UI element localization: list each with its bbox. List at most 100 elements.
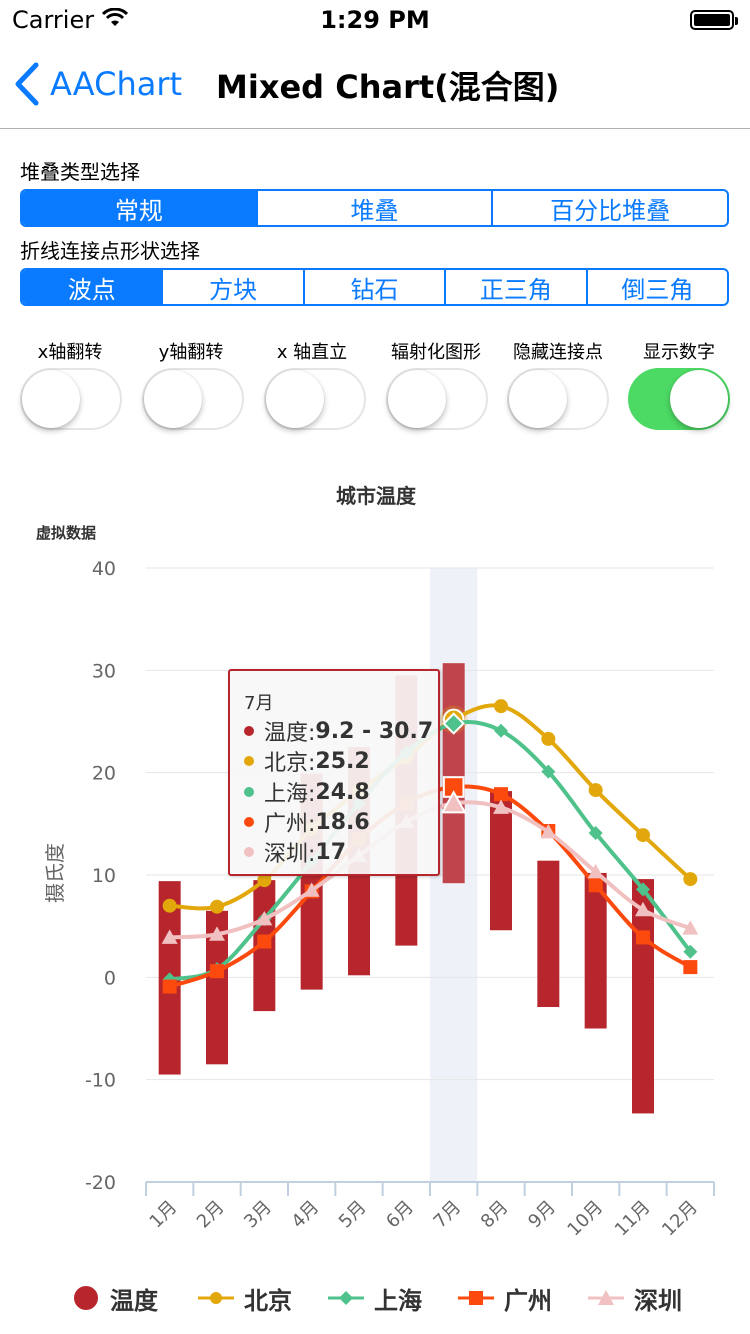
- tooltip-value: 24.8: [315, 779, 370, 805]
- toggle-knob: [509, 370, 567, 428]
- legend-item-深圳[interactable]: 深圳: [588, 1278, 682, 1318]
- tooltip-dot: [244, 847, 254, 857]
- tooltip-dot: [244, 787, 254, 797]
- legend-item-北京[interactable]: 北京: [198, 1278, 292, 1318]
- x-inverted-toggle[interactable]: [264, 368, 366, 430]
- circle-icon: [74, 1286, 98, 1310]
- page-title: Mixed Chart(混合图): [216, 68, 560, 106]
- tooltip-value: 17: [315, 839, 347, 865]
- legend-label: 温度: [110, 1286, 158, 1315]
- clock: 1:29 PM: [320, 6, 430, 34]
- tooltip-row: 上海: 24.8: [244, 778, 370, 807]
- switch-label-y-reversed: y轴翻转: [158, 342, 224, 363]
- marker-shape-option[interactable]: 波点: [22, 270, 162, 304]
- tooltip-row: 温度: 9.2 - 30.7: [244, 717, 434, 746]
- plot-area: 403020100-10-201月 2月 3月 4月 5月 6月 7月 8月 9月 10月 11月 1…: [85, 558, 715, 1241]
- switch-label-show-data-labels: 显示数字: [643, 342, 715, 363]
- marker-shape-option[interactable]: 方块: [161, 270, 302, 304]
- marker-shape-option[interactable]: 倒三角: [585, 270, 727, 304]
- hide-markers-toggle[interactable]: [507, 368, 609, 430]
- data-point: [636, 930, 650, 945]
- y-axis-label: 摄氏度: [43, 843, 67, 903]
- y-tick-label: -10: [85, 1070, 116, 1092]
- data-point: [494, 787, 508, 802]
- tooltip-row: 北京: 25.2: [244, 747, 370, 776]
- x-tick-label: 4月: [288, 1197, 324, 1233]
- stacking-option[interactable]: 堆叠: [255, 191, 492, 225]
- chevron-left-icon: [15, 62, 39, 106]
- switch-label-x-inverted: x 轴直立: [276, 342, 348, 363]
- stacking-label: 堆叠类型选择: [20, 160, 140, 184]
- data-point: [683, 960, 698, 975]
- data-point: [494, 699, 508, 714]
- data-point: [162, 898, 177, 913]
- marker-shape-option[interactable]: 正三角: [444, 270, 585, 304]
- legend-label: 北京: [244, 1286, 292, 1315]
- navigation-bar: AAChart Mixed Chart(混合图): [0, 40, 750, 129]
- tooltip-dot: [244, 756, 254, 766]
- tooltip-dot: [244, 817, 254, 827]
- toggle-knob: [22, 370, 80, 428]
- x-tick-label: 12月: [658, 1197, 702, 1241]
- stacking-segmented-control: 常规 堆叠 百分比堆叠: [20, 189, 729, 227]
- polar-toggle[interactable]: [386, 368, 488, 430]
- tooltip-dot: [244, 726, 254, 736]
- y-reversed-toggle[interactable]: [142, 368, 244, 430]
- data-point: [683, 872, 698, 887]
- show-data-labels-toggle[interactable]: [628, 368, 730, 430]
- data-point: [210, 964, 224, 979]
- battery-icon: [690, 10, 738, 30]
- status-bar: Carrier 1:29 PM: [0, 0, 750, 40]
- x-tick-label: 10月: [563, 1197, 607, 1241]
- tooltip-value: 9.2 - 30.7: [315, 718, 434, 744]
- tooltip-value: 25.2: [315, 748, 370, 774]
- y-tick-label: 40: [92, 558, 116, 580]
- chart-subtitle: 虚拟数据: [36, 524, 96, 542]
- switch-label-polar: 辐射化图形: [391, 342, 481, 363]
- back-button[interactable]: AAChart: [14, 60, 182, 108]
- x-tick-label: 8月: [477, 1197, 513, 1233]
- tooltip-label: 温度:: [264, 721, 316, 746]
- x-tick-label: 9月: [524, 1197, 560, 1233]
- back-label: AAChart: [50, 65, 183, 103]
- line-diamond-icon: [328, 1291, 364, 1305]
- data-point: [588, 878, 603, 893]
- tooltip-header: 7月: [244, 693, 274, 714]
- y-tick-label: 20: [92, 763, 116, 785]
- legend-label: 广州: [504, 1286, 552, 1315]
- chart-tooltip: 7月 温度: 9.2 - 30.7 北京: 25.2 上海: 24.8 广州: …: [228, 669, 440, 876]
- tooltip-row: 广州: 18.6: [244, 808, 370, 837]
- toggle-knob: [144, 370, 202, 428]
- y-tick-label: -20: [85, 1172, 116, 1194]
- line-square-icon: [458, 1291, 494, 1305]
- data-point: [541, 731, 556, 746]
- data-point: [636, 828, 650, 843]
- x-reversed-toggle[interactable]: [20, 368, 122, 430]
- tooltip-row: 深圳: 17: [244, 838, 347, 867]
- marker-shape-option[interactable]: 钻石: [302, 270, 444, 304]
- legend-label: 上海: [374, 1286, 422, 1315]
- x-tick-label: 6月: [382, 1197, 418, 1233]
- stacking-option[interactable]: 常规: [22, 191, 256, 225]
- legend-item-温度[interactable]: 温度: [72, 1278, 158, 1318]
- chart-legend: 温度 北京 上海 广州 深圳: [0, 1278, 750, 1318]
- toggle-knob: [388, 370, 446, 428]
- data-point: [162, 979, 177, 994]
- chart-title: 城市温度: [336, 484, 417, 508]
- tooltip-label: 广州:: [264, 812, 316, 837]
- data-point: [588, 783, 603, 798]
- temperature-range-bar: [537, 860, 560, 1008]
- tooltip-value: 18.6: [315, 809, 370, 835]
- line-triangle-icon: [588, 1290, 624, 1305]
- temperature-range-bar: [442, 663, 465, 884]
- legend-item-上海[interactable]: 上海: [328, 1278, 422, 1318]
- x-tick-label: 1月: [146, 1197, 182, 1233]
- tooltip-label: 上海:: [264, 782, 316, 807]
- x-tick-label: 11月: [611, 1197, 655, 1241]
- stacking-option[interactable]: 百分比堆叠: [491, 191, 727, 225]
- legend-label: 深圳: [634, 1286, 682, 1315]
- marker-shape-segmented-control: 波点 方块 钻石 正三角 倒三角: [20, 268, 729, 306]
- line-circle-icon: [198, 1292, 234, 1304]
- tooltip-label: 北京:: [264, 751, 316, 776]
- legend-item-广州[interactable]: 广州: [458, 1278, 552, 1318]
